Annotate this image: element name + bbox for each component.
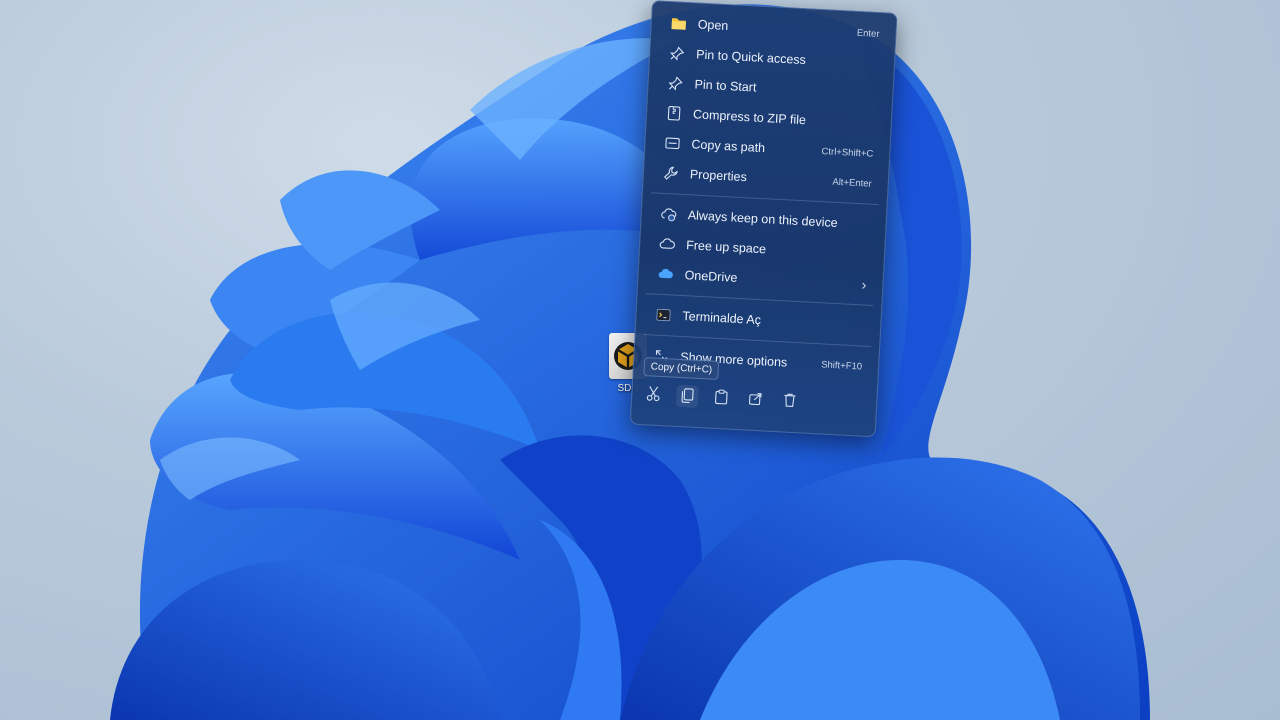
menu-item-label: Always keep on this device	[687, 208, 839, 231]
cloud-check-icon	[659, 206, 678, 223]
menu-item-label: Compress to ZIP file	[692, 107, 807, 128]
menu-item-label: Free up space	[685, 238, 767, 257]
delete-icon	[782, 392, 796, 411]
chevron-right-icon: ›	[861, 276, 867, 293]
pin-icon	[668, 45, 687, 62]
context-menu: Open Enter Pin to Quick access Pin to St…	[629, 0, 898, 438]
onedrive-icon	[656, 266, 675, 283]
delete-button[interactable]	[778, 390, 801, 413]
desktop: SDN Open Enter Pin to Quick access Pin t…	[0, 0, 1280, 720]
share-button[interactable]	[744, 388, 767, 411]
copy-path-icon	[663, 135, 682, 152]
menu-item-label: OneDrive	[684, 268, 738, 285]
cut-button[interactable]	[642, 383, 665, 406]
terminal-icon	[654, 307, 673, 324]
menu-item-shortcut: Alt+Enter	[832, 176, 872, 190]
pin-icon	[666, 75, 685, 92]
menu-item-label: Copy as path	[691, 137, 766, 156]
paste-icon	[714, 388, 729, 408]
cloud-icon	[658, 236, 677, 253]
folder-icon	[669, 15, 688, 32]
menu-item-label: Terminalde Aç	[682, 309, 762, 328]
menu-item-label: Pin to Start	[694, 77, 757, 95]
wrench-icon	[662, 165, 681, 182]
cut-icon	[646, 385, 661, 405]
paste-button[interactable]	[710, 387, 733, 410]
menu-item-shortcut: Shift+F10	[820, 358, 863, 372]
quick-action-bar	[632, 383, 887, 418]
menu-item-shortcut: Ctrl+Shift+C	[821, 145, 874, 160]
copy-icon	[680, 387, 695, 407]
menu-item-label: Properties	[689, 167, 748, 185]
copy-tooltip: Copy (Ctrl+C)	[643, 357, 720, 381]
menu-item-shortcut: Enter	[856, 27, 880, 40]
zip-icon	[665, 105, 684, 122]
menu-item-label: Open	[697, 17, 729, 34]
copy-button[interactable]	[675, 384, 699, 408]
share-icon	[748, 391, 763, 409]
menu-item-label: Pin to Quick access	[695, 47, 807, 68]
